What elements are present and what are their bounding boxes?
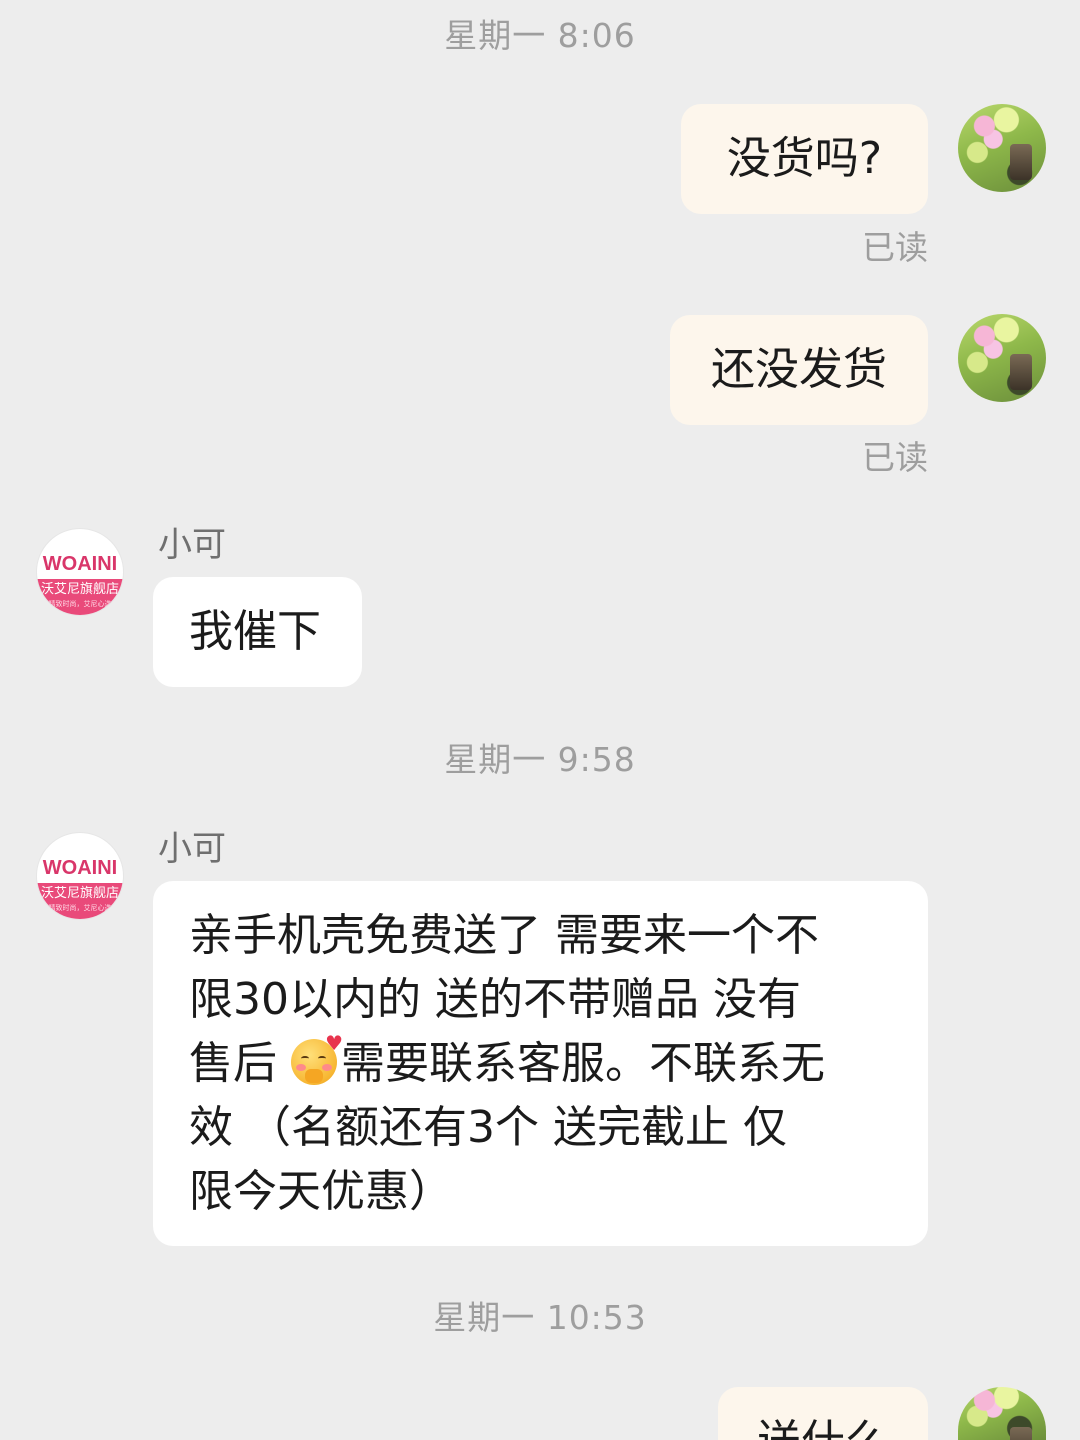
message-line: 效 （名额还有3个 送完截止 仅 — [189, 1102, 787, 1153]
shop-avatar[interactable]: WOAINI 沃艾尼旗舰店 精致时尚，艾尼心选 — [36, 832, 124, 920]
shop-logo-band: 沃艾尼旗舰店 精致时尚，艾尼心选 — [37, 883, 123, 919]
shop-logo-text: WOAINI — [42, 857, 118, 879]
message-line: 限今天优惠） — [189, 1166, 453, 1217]
timestamp: 星期一 10:53 — [433, 1298, 647, 1337]
their-message-bubble[interactable]: 我催下 — [153, 577, 362, 687]
shop-name: 沃艾尼旗舰店 — [40, 886, 119, 901]
avatar-figure — [1010, 1427, 1032, 1440]
my-message-bubble[interactable]: 没货吗? — [681, 104, 928, 214]
timestamp: 星期一 9:58 — [444, 740, 636, 779]
message-text: 没货吗? — [726, 133, 883, 184]
read-receipt: 已读 — [862, 228, 928, 267]
sender-name: 小可 — [158, 829, 226, 869]
shop-logo-band: 沃艾尼旗舰店 精致时尚，艾尼心选 — [37, 579, 123, 615]
shop-slogan: 精致时尚，艾尼心选 — [48, 600, 112, 608]
message-text: 送什么 — [757, 1416, 889, 1440]
my-message-bubble[interactable]: 送什么 — [718, 1387, 928, 1440]
user-avatar[interactable] — [958, 1387, 1046, 1440]
message-text: 还没发货 — [711, 344, 887, 395]
timestamp: 星期一 8:06 — [444, 16, 636, 55]
user-avatar[interactable] — [958, 314, 1046, 402]
avatar-figure — [1010, 354, 1032, 390]
sender-name: 小可 — [158, 525, 226, 565]
blowing-kiss-emoji-icon: ♥ — [291, 1033, 343, 1085]
message-line: 售后 ♥ 需要联系客服。不联系无 — [189, 1032, 908, 1096]
shop-logo-text: WOAINI — [42, 553, 118, 575]
avatar-figure — [1010, 144, 1032, 180]
user-avatar[interactable] — [958, 104, 1046, 192]
shop-avatar[interactable]: WOAINI 沃艾尼旗舰店 精致时尚，艾尼心选 — [36, 528, 124, 616]
shop-name: 沃艾尼旗舰店 — [40, 582, 119, 597]
message-line: 限30以内的 送的不带赠品 没有 — [189, 974, 801, 1025]
their-message-bubble[interactable]: 亲手机壳免费送了 需要来一个不 限30以内的 送的不带赠品 没有 售后 ♥ 需要联… — [153, 881, 928, 1246]
message-text: 售后 — [189, 1038, 291, 1089]
message-text: 我催下 — [189, 606, 321, 657]
read-receipt: 已读 — [862, 438, 928, 477]
my-message-bubble[interactable]: 还没发货 — [670, 315, 928, 425]
message-text: 需要联系客服。不联系无 — [341, 1038, 825, 1089]
message-line: 亲手机壳免费送了 需要来一个不 — [189, 910, 819, 961]
shop-slogan: 精致时尚，艾尼心选 — [48, 904, 112, 912]
